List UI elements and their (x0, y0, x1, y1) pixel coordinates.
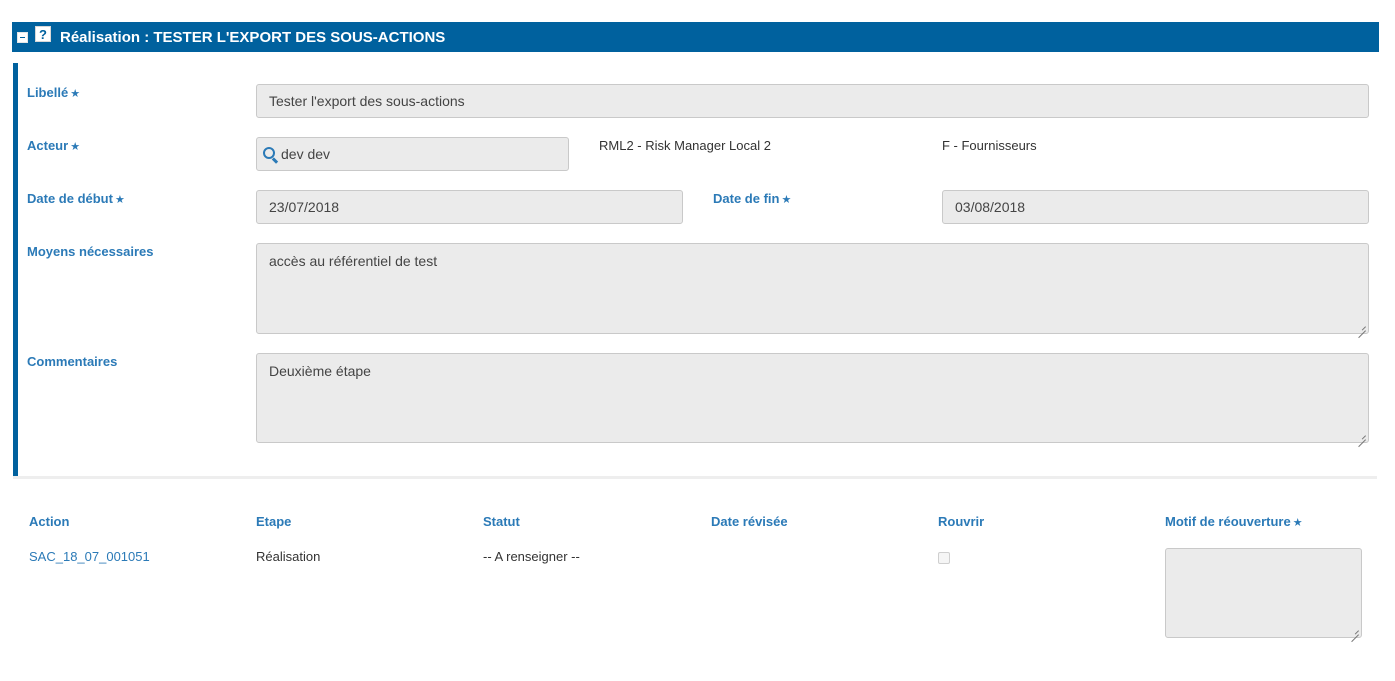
search-icon[interactable] (263, 146, 279, 163)
commentaires-textarea[interactable]: Deuxième étape (256, 353, 1369, 443)
moyens-textarea[interactable]: accès au référentiel de test (256, 243, 1369, 334)
motif-textarea[interactable] (1165, 548, 1362, 638)
statut-value[interactable]: -- A renseigner -- (483, 549, 580, 564)
commentaires-label: Commentaires (27, 354, 118, 369)
col-header-motif: Motif de réouverture ★ (1165, 514, 1303, 529)
libelle-input[interactable]: Tester l'export des sous-actions (256, 84, 1369, 118)
section-title: Réalisation : TESTER L'EXPORT DES SOUS-A… (60, 28, 446, 46)
date-fin-input[interactable]: 03/08/2018 (942, 190, 1369, 224)
col-header-etape: Etape (256, 514, 292, 529)
section-header: ? Réalisation : TESTER L'EXPORT DES SOUS… (12, 22, 1379, 52)
date-debut-input[interactable]: 23/07/2018 (256, 190, 683, 224)
collapse-icon[interactable] (17, 31, 28, 43)
resize-grip-icon[interactable] (1358, 432, 1366, 440)
col-header-action: Action (29, 514, 70, 529)
resize-grip-icon[interactable] (1358, 323, 1366, 331)
acteur-label: Acteur ★ (27, 138, 81, 153)
resize-grip-icon[interactable] (1351, 627, 1359, 635)
col-header-statut: Statut (483, 514, 520, 529)
action-link[interactable]: SAC_18_07_001051 (29, 549, 150, 564)
help-icon[interactable]: ? (35, 26, 51, 42)
required-star-icon: ★ (70, 141, 81, 153)
libelle-label: Libellé ★ (27, 85, 81, 100)
acteur-role: RML2 - Risk Manager Local 2 (599, 138, 771, 153)
date-fin-label: Date de fin ★ (713, 191, 792, 206)
form-divider (13, 476, 1377, 479)
col-header-date-revisee: Date révisée (711, 514, 788, 529)
required-star-icon: ★ (70, 88, 81, 100)
moyens-label: Moyens nécessaires (27, 244, 154, 259)
rouvrir-checkbox[interactable] (938, 552, 950, 564)
etape-value: Réalisation (256, 549, 321, 564)
acteur-search-field[interactable]: dev dev (256, 137, 569, 171)
acteur-group: F - Fournisseurs (942, 138, 1037, 153)
col-header-rouvrir: Rouvrir (938, 514, 985, 529)
required-star-icon: ★ (781, 194, 792, 206)
required-star-icon: ★ (1292, 517, 1303, 529)
required-star-icon: ★ (114, 194, 125, 206)
date-debut-label: Date de début ★ (27, 191, 125, 206)
